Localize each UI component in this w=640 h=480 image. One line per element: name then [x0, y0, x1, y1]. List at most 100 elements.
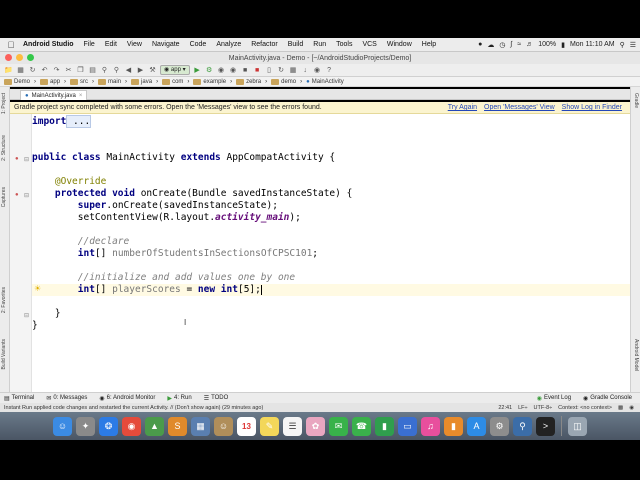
numbers-icon[interactable]: ▮ — [375, 416, 394, 436]
override-marker-icon[interactable]: ● — [15, 156, 19, 162]
try-again-link[interactable]: Try Again — [448, 104, 477, 111]
menu-build[interactable]: Build — [283, 41, 309, 48]
fold-icon[interactable]: ⊟ — [24, 312, 29, 319]
android-studio-icon[interactable]: ▲ — [145, 416, 164, 436]
avd-manager-icon[interactable]: ▯ — [265, 66, 274, 75]
menu-help[interactable]: Help — [417, 41, 441, 48]
camera-icon[interactable]: ● — [478, 41, 482, 48]
menu-vcs[interactable]: VCS — [357, 41, 381, 48]
tool-captures[interactable]: Captures — [1, 187, 7, 207]
paste-icon[interactable]: ▤ — [88, 66, 97, 75]
system-preferences-icon[interactable]: ⚙ — [490, 416, 509, 436]
stop-icon[interactable]: ■ — [253, 66, 262, 75]
menu-tools[interactable]: Tools — [331, 41, 357, 48]
breadcrumb-item[interactable]: example — [193, 78, 226, 85]
menu-edit[interactable]: Edit — [100, 41, 122, 48]
battery-icon[interactable]: ▮ — [561, 41, 565, 49]
open-messages-link[interactable]: Open 'Messages' View — [484, 104, 555, 111]
wifi-icon[interactable]: ≈ — [517, 41, 521, 48]
safari-icon[interactable]: ❂ — [99, 416, 118, 436]
battery-label[interactable]: 100% — [538, 41, 556, 48]
show-log-link[interactable]: Show Log in Finder — [562, 104, 622, 111]
search-icon[interactable]: ⚲ — [620, 41, 625, 49]
tool-android-monitor[interactable]: ◉ 6: Android Monitor — [99, 395, 155, 402]
forward-icon[interactable]: ▶ — [136, 66, 145, 75]
breadcrumb-item[interactable]: com — [162, 78, 183, 85]
fold-icon[interactable]: ⊟ — [24, 156, 29, 163]
messages-icon[interactable]: ✉ — [329, 416, 348, 436]
breadcrumb-item[interactable]: Demo — [4, 78, 30, 85]
menu-navigate[interactable]: Navigate — [147, 41, 185, 48]
app-store-icon[interactable]: A — [467, 416, 486, 436]
network-utility-icon[interactable]: ⚲ — [513, 416, 532, 436]
attach-debugger-icon[interactable]: ■ — [241, 66, 250, 75]
lightbulb-icon[interactable]: ☀ — [34, 284, 41, 293]
photos-icon[interactable]: ✿ — [306, 416, 325, 436]
notes-icon[interactable]: ✎ — [260, 416, 279, 436]
contacts-icon[interactable]: ☺ — [214, 416, 233, 436]
tool-terminal[interactable]: ▤ Terminal — [4, 395, 34, 402]
tool-structure[interactable]: 2: Structure — [1, 135, 7, 161]
ibooks-icon[interactable]: ▮ — [444, 416, 463, 436]
save-icon[interactable]: ▦ — [16, 66, 25, 75]
breadcrumb-item[interactable]: ● MainActivity — [306, 79, 344, 85]
code-editor[interactable]: ● ● ⊟ ⊟ ⊟ import ... public class MainAc… — [10, 114, 630, 392]
zoom-window-button[interactable] — [27, 54, 34, 61]
help-icon[interactable]: ? — [325, 66, 334, 75]
tool-project[interactable]: 1: Project — [1, 93, 7, 114]
coverage-icon[interactable]: ◉ — [217, 66, 226, 75]
breadcrumb-item[interactable]: src — [70, 78, 88, 85]
menu-run[interactable]: Run — [308, 41, 331, 48]
file-encoding[interactable]: UTF-8÷ — [534, 405, 553, 411]
redo-icon[interactable]: ↷ — [52, 66, 61, 75]
replace-icon[interactable]: ⚲ — [112, 66, 121, 75]
undo-icon[interactable]: ↶ — [40, 66, 49, 75]
menu-window[interactable]: Window — [382, 41, 417, 48]
find-icon[interactable]: ⚲ — [100, 66, 109, 75]
breadcrumb-item[interactable]: zebra — [236, 78, 261, 85]
menubar-clock[interactable]: Mon 11:10 AM — [570, 41, 615, 48]
menu-code[interactable]: Code — [185, 41, 212, 48]
breadcrumb-item[interactable]: demo — [271, 78, 296, 85]
code-area[interactable]: import ... public class MainActivity ext… — [32, 114, 630, 392]
tool-gradle-console[interactable]: ◉ Gradle Console — [583, 395, 632, 402]
tab-mainactivity[interactable]: ● MainActivity.java × — [20, 90, 88, 100]
menu-app[interactable]: Android Studio — [18, 41, 79, 48]
tool-gradle[interactable]: Gradle — [633, 93, 639, 108]
editor-gutter[interactable]: ● ● ⊟ ⊟ ⊟ — [10, 114, 32, 392]
fold-icon[interactable]: ⊟ — [24, 192, 29, 199]
project-structure-icon[interactable]: ▦ — [289, 66, 298, 75]
profile-icon[interactable]: ◉ — [229, 66, 238, 75]
trash-icon[interactable]: ◫ — [568, 416, 587, 436]
tool-run[interactable]: ▶ 4: Run — [167, 395, 191, 402]
run-config-select[interactable]: ◉ app ▾ — [160, 65, 190, 75]
open-folder-icon[interactable]: 📁 — [4, 66, 13, 75]
close-window-button[interactable] — [5, 54, 12, 61]
bluetooth-icon[interactable]: ∫ — [510, 41, 512, 48]
apple-icon[interactable]:  — [4, 40, 18, 50]
menu-file[interactable]: File — [79, 41, 100, 48]
tool-android-model[interactable]: Android Model — [633, 339, 639, 371]
android-device-monitor-icon[interactable]: ◉ — [313, 66, 322, 75]
menu-analyze[interactable]: Analyze — [211, 41, 246, 48]
volume-icon[interactable]: ♬ — [526, 41, 533, 48]
debug-icon[interactable]: ⚙ — [205, 66, 214, 75]
caret-position[interactable]: 22:41 — [498, 405, 512, 411]
make-project-icon[interactable]: ⚒ — [148, 66, 157, 75]
calendar-icon[interactable]: 13 — [237, 416, 256, 436]
keynote-icon[interactable]: ▭ — [398, 416, 417, 436]
tool-event-log[interactable]: ◉ Event Log — [537, 395, 571, 402]
run-icon[interactable]: ▶ — [193, 66, 202, 75]
reminders-icon[interactable]: ☰ — [283, 416, 302, 436]
copy-icon[interactable]: ❐ — [76, 66, 85, 75]
cut-icon[interactable]: ✂ — [64, 66, 73, 75]
cloud-icon[interactable]: ☁ — [487, 41, 494, 49]
sdk-manager-icon[interactable]: ↓ — [301, 66, 310, 75]
itunes-icon[interactable]: ♫ — [421, 416, 440, 436]
line-separator[interactable]: LF÷ — [518, 405, 527, 411]
override-marker-icon[interactable]: ● — [15, 192, 19, 198]
finder-icon[interactable]: ☺ — [53, 416, 72, 436]
sublime-icon[interactable]: S — [168, 416, 187, 436]
sync-icon[interactable]: ↻ — [28, 66, 37, 75]
git-icon[interactable]: ◉ — [629, 405, 634, 411]
